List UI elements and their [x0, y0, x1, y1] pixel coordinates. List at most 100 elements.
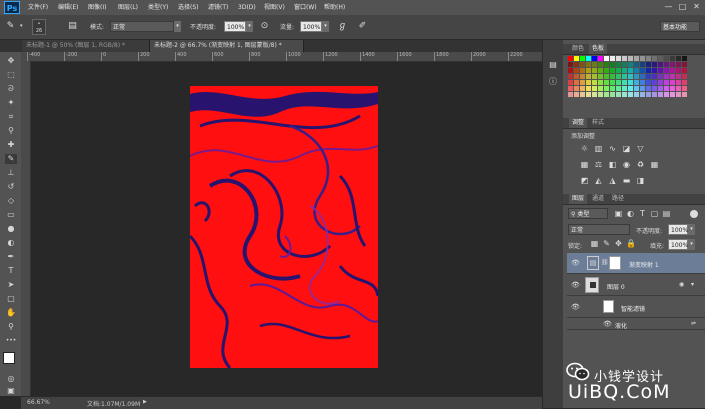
- zoom-level[interactable]: 66.67%: [27, 399, 50, 406]
- chevron-down-icon[interactable]: ▾: [20, 23, 26, 29]
- levels-icon[interactable]: ▥: [594, 144, 603, 153]
- foreground-color-swatch[interactable]: [3, 352, 15, 364]
- color-swatch[interactable]: [676, 74, 681, 79]
- color-swatch[interactable]: [652, 62, 657, 67]
- history-panel-icon[interactable]: ▤: [548, 60, 558, 70]
- filter-name[interactable]: 液化: [615, 321, 627, 330]
- color-swatch[interactable]: [682, 62, 687, 67]
- visibility-eye-icon[interactable]: 👁: [571, 259, 580, 267]
- color-swatch[interactable]: [598, 74, 603, 79]
- color-balance-icon[interactable]: ⚖: [594, 160, 603, 169]
- color-swatch[interactable]: [598, 62, 603, 67]
- color-swatch[interactable]: [580, 56, 585, 61]
- color-swatch[interactable]: [658, 86, 663, 91]
- color-swatch[interactable]: [604, 86, 609, 91]
- color-swatch[interactable]: [664, 86, 669, 91]
- fill-chevron-icon[interactable]: ▾: [688, 239, 695, 250]
- color-swatch[interactable]: [586, 86, 591, 91]
- color-swatch[interactable]: [622, 92, 627, 97]
- color-swatch[interactable]: [598, 68, 603, 73]
- layer-name[interactable]: 图层 0: [607, 282, 625, 291]
- color-swatch[interactable]: [610, 56, 615, 61]
- brightness-icon[interactable]: ☼: [580, 144, 589, 153]
- color-swatch[interactable]: [616, 80, 621, 85]
- color-swatch[interactable]: [616, 68, 621, 73]
- hue-saturation-icon[interactable]: ▦: [580, 160, 589, 169]
- flow-chevron-icon[interactable]: ▾: [322, 21, 329, 32]
- blur-icon[interactable]: ●: [5, 224, 17, 234]
- lock-all-icon[interactable]: 🔒: [626, 239, 636, 248]
- tab-document-2[interactable]: 未标题-2 @ 66.7% (渐变映射 1, 图层蒙版/8) *: [150, 40, 304, 52]
- color-swatch[interactable]: [676, 62, 681, 67]
- color-swatch[interactable]: [682, 68, 687, 73]
- color-swatch[interactable]: [652, 92, 657, 97]
- lasso-icon[interactable]: ᘐ: [5, 84, 17, 94]
- history-brush-icon[interactable]: ↺: [5, 182, 17, 192]
- color-swatch[interactable]: [646, 62, 651, 67]
- color-swatch[interactable]: [676, 92, 681, 97]
- shape-icon[interactable]: ▢: [5, 294, 17, 304]
- pen-icon[interactable]: ✒: [5, 252, 17, 262]
- color-swatch[interactable]: [628, 68, 633, 73]
- filter-pixel-icon[interactable]: ▣: [614, 209, 623, 218]
- tab-adjustments[interactable]: 调整: [569, 118, 588, 128]
- color-swatch[interactable]: [652, 68, 657, 73]
- brush-icon[interactable]: ✎: [5, 154, 17, 164]
- properties-panel-icon[interactable]: ⓘ: [548, 76, 558, 86]
- minimize-button[interactable]: —: [664, 2, 673, 11]
- color-swatch[interactable]: [592, 62, 597, 67]
- color-swatch[interactable]: [646, 80, 651, 85]
- color-swatch[interactable]: [682, 56, 687, 61]
- close-button[interactable]: ✕: [692, 2, 701, 11]
- color-swatch[interactable]: [598, 92, 603, 97]
- color-swatch[interactable]: [610, 92, 615, 97]
- color-swatch[interactable]: [622, 74, 627, 79]
- color-swatch[interactable]: [676, 68, 681, 73]
- color-swatch[interactable]: [580, 92, 585, 97]
- lock-image-icon[interactable]: ✎: [602, 239, 611, 248]
- color-swatch[interactable]: [598, 80, 603, 85]
- posterize-icon[interactable]: ◭: [594, 176, 603, 185]
- color-swatch[interactable]: [586, 92, 591, 97]
- color-swatch[interactable]: [658, 92, 663, 97]
- color-swatch[interactable]: [568, 86, 573, 91]
- color-swatch[interactable]: [604, 92, 609, 97]
- quick-select-icon[interactable]: ✦: [5, 98, 17, 108]
- mode-dropdown[interactable]: 正常: [110, 21, 174, 32]
- color-swatch[interactable]: [634, 86, 639, 91]
- color-swatch[interactable]: [580, 68, 585, 73]
- color-swatch[interactable]: [652, 86, 657, 91]
- color-swatch[interactable]: [592, 68, 597, 73]
- color-swatch[interactable]: [604, 74, 609, 79]
- black-white-icon[interactable]: ◧: [608, 160, 617, 169]
- layer-row-liquify[interactable]: 👁 液化 ⇌: [567, 318, 705, 330]
- tab-channels[interactable]: 通道: [589, 194, 607, 204]
- color-swatch[interactable]: [580, 62, 585, 67]
- color-swatch[interactable]: [610, 86, 615, 91]
- color-swatch[interactable]: [664, 56, 669, 61]
- selective-color-icon[interactable]: ◨: [636, 176, 645, 185]
- color-swatch[interactable]: [670, 62, 675, 67]
- color-swatch[interactable]: [652, 74, 657, 79]
- fill-input[interactable]: 100%: [668, 239, 688, 250]
- hand-icon[interactable]: ✋: [5, 308, 17, 318]
- color-swatch[interactable]: [676, 86, 681, 91]
- screen-mode-icon[interactable]: ▣: [5, 386, 17, 396]
- exposure-icon[interactable]: ◪: [622, 144, 631, 153]
- color-swatch[interactable]: [640, 56, 645, 61]
- color-swatch[interactable]: [658, 62, 663, 67]
- color-swatch[interactable]: [676, 56, 681, 61]
- color-swatch[interactable]: [640, 74, 645, 79]
- color-swatch[interactable]: [682, 80, 687, 85]
- filter-options-icon[interactable]: ⇌: [691, 320, 696, 327]
- color-swatch[interactable]: [586, 68, 591, 73]
- color-swatch[interactable]: [592, 92, 597, 97]
- color-swatch[interactable]: [658, 68, 663, 73]
- color-swatch[interactable]: [634, 68, 639, 73]
- color-swatch[interactable]: [616, 74, 621, 79]
- menu-help[interactable]: 帮助(H): [324, 0, 345, 15]
- menu-layer[interactable]: 图层(L): [118, 0, 138, 15]
- flow-input[interactable]: 100%: [300, 21, 322, 32]
- menu-select[interactable]: 选择(S): [178, 0, 199, 15]
- maximize-button[interactable]: □: [678, 2, 687, 11]
